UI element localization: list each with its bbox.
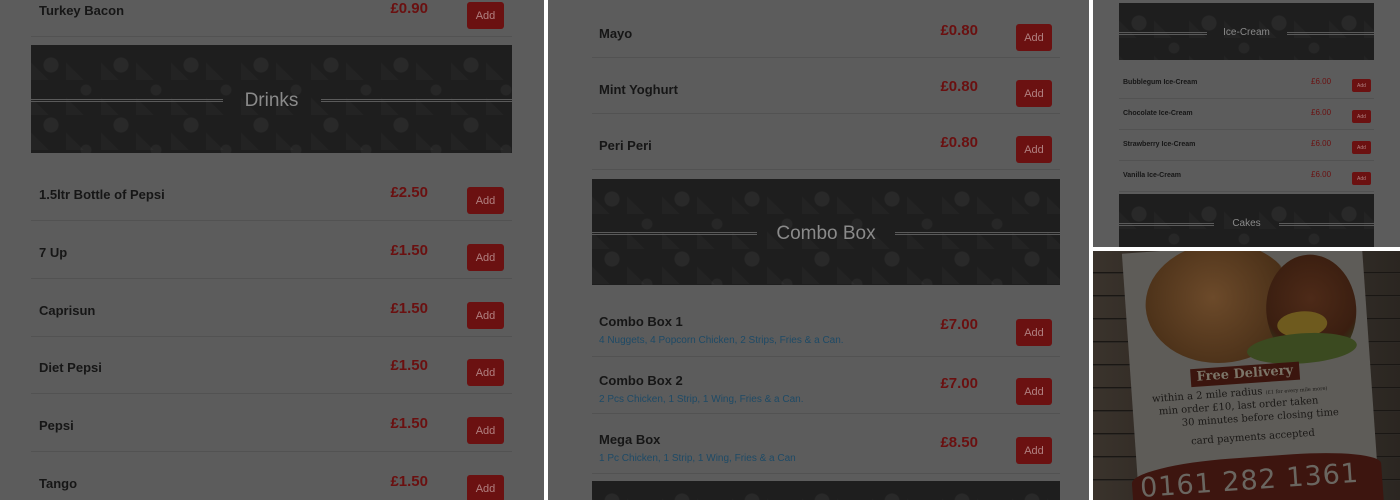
free-delivery-ribbon: Free Delivery xyxy=(1190,361,1300,388)
menu-item: Diet Pepsi £1.50 Add xyxy=(31,337,512,394)
item-price: £1.50 xyxy=(390,473,428,490)
add-button[interactable]: Add xyxy=(1352,110,1371,123)
menu-item: Combo Box 2 2 Pcs Chicken, 1 Strip, 1 Wi… xyxy=(592,357,1060,414)
menu-item: Peri Peri £0.80 Add xyxy=(592,114,1060,170)
menu-panel-drinks: Turkey Bacon £0.90 Add Drinks 1.5ltr Bot… xyxy=(0,0,544,500)
add-button[interactable]: Add xyxy=(1016,80,1052,107)
menu-item: Tango £1.50 Add xyxy=(31,452,512,500)
add-button[interactable]: Add xyxy=(1016,136,1052,163)
item-price: £0.80 xyxy=(940,22,978,39)
item-price: £6.00 xyxy=(1311,108,1332,117)
item-name: Combo Box 2 xyxy=(599,373,683,388)
item-name: Chocolate Ice-Cream xyxy=(1123,110,1193,117)
item-name: Bubblegum Ice-Cream xyxy=(1123,79,1198,86)
item-price: £1.50 xyxy=(390,242,428,259)
item-price: £6.00 xyxy=(1311,170,1332,179)
add-button[interactable]: Add xyxy=(467,187,504,214)
item-name: Mega Box xyxy=(599,432,661,447)
section-banner-combo: Combo Box xyxy=(592,179,1060,285)
section-banner-cakes: Cakes xyxy=(1119,194,1374,247)
item-name: Diet Pepsi xyxy=(39,360,102,375)
item-price: £1.50 xyxy=(390,357,428,374)
menu-item: Chocolate Ice-Cream £6.00 Add xyxy=(1119,99,1374,130)
item-price: £1.50 xyxy=(390,300,428,317)
add-button[interactable]: Add xyxy=(467,359,504,386)
item-name: Mint Yoghurt xyxy=(599,82,678,97)
add-button[interactable]: Add xyxy=(467,475,504,500)
flyer-text-small: (£1 for every mile more) xyxy=(1265,385,1328,396)
menu-item: Mint Yoghurt £0.80 Add xyxy=(592,58,1060,114)
menu-item: Combo Box 1 4 Nuggets, 4 Popcorn Chicken… xyxy=(592,300,1060,357)
item-price: £0.80 xyxy=(940,78,978,95)
item-name: 7 Up xyxy=(39,245,68,260)
add-button[interactable]: Add xyxy=(1352,79,1371,92)
section-title: Drinks xyxy=(244,90,299,111)
add-button[interactable]: Add xyxy=(467,2,504,29)
add-button[interactable]: Add xyxy=(467,417,504,444)
item-price: £0.90 xyxy=(390,0,428,17)
menu-item: Mega Box 1 Pc Chicken, 1 Strip, 1 Wing, … xyxy=(592,414,1060,474)
item-description: 2 Pcs Chicken, 1 Strip, 1 Wing, Fries & … xyxy=(599,394,804,405)
item-name: Peri Peri xyxy=(599,138,652,153)
menu-item: 7 Up £1.50 Add xyxy=(31,221,512,279)
section-title: Combo Box xyxy=(776,223,876,244)
item-name: Vanilla Ice-Cream xyxy=(1123,172,1181,179)
menu-item: Bubblegum Ice-Cream £6.00 Add xyxy=(1119,68,1374,99)
flyer: Free Delivery within a 2 mile radius (£1… xyxy=(1121,251,1385,500)
item-name: Pepsi xyxy=(39,418,74,433)
section-title: Cakes xyxy=(1232,218,1261,229)
item-price: £1.50 xyxy=(390,415,428,432)
add-button[interactable]: Add xyxy=(1352,141,1371,154)
item-price: £8.50 xyxy=(940,434,978,451)
section-banner-drinks: Drinks xyxy=(31,45,512,153)
menu-item: Vanilla Ice-Cream £6.00 Add xyxy=(1119,161,1374,192)
item-name: 1.5ltr Bottle of Pepsi xyxy=(39,187,165,202)
item-name: Strawberry Ice-Cream xyxy=(1123,141,1196,148)
add-button[interactable]: Add xyxy=(467,244,504,271)
section-title: Ice-Cream xyxy=(1223,27,1270,38)
menu-panel-icecream: Ice-Cream Bubblegum Ice-Cream £6.00 Add … xyxy=(1093,0,1400,247)
item-price: £6.00 xyxy=(1311,139,1332,148)
add-button[interactable]: Add xyxy=(467,302,504,329)
add-button[interactable]: Add xyxy=(1016,24,1052,51)
section-banner-icecream: Ice-Cream xyxy=(1119,3,1374,60)
item-price: £0.80 xyxy=(940,134,978,151)
item-name: Mayo xyxy=(599,26,633,41)
add-button[interactable]: Add xyxy=(1016,437,1052,464)
item-description: 1 Pc Chicken, 1 Strip, 1 Wing, Fries & a… xyxy=(599,453,796,464)
menu-item: Turkey Bacon £0.90 Add xyxy=(31,0,512,37)
item-description: 4 Nuggets, 4 Popcorn Chicken, 2 Strips, … xyxy=(599,335,844,346)
item-price: £7.00 xyxy=(940,375,978,392)
section-banner-next xyxy=(592,481,1060,500)
flyer-photo: Free Delivery within a 2 mile radius (£1… xyxy=(1093,251,1400,500)
menu-item: Pepsi £1.50 Add xyxy=(31,394,512,452)
menu-item: Strawberry Ice-Cream £6.00 Add xyxy=(1119,130,1374,161)
add-button[interactable]: Add xyxy=(1352,172,1371,185)
item-price: £2.50 xyxy=(390,184,428,201)
menu-item: Mayo £0.80 Add xyxy=(592,8,1060,58)
item-name: Tango xyxy=(39,476,78,491)
flyer-text-card: card payments accepted xyxy=(1190,427,1316,448)
menu-item: Caprisun £1.50 Add xyxy=(31,279,512,337)
add-button[interactable]: Add xyxy=(1016,378,1052,405)
menu-item: 1.5ltr Bottle of Pepsi £2.50 Add xyxy=(31,166,512,221)
item-name: Combo Box 1 xyxy=(599,314,683,329)
menu-panel-combo: Mayo £0.80 Add Mint Yoghurt £0.80 Add Pe… xyxy=(548,0,1089,500)
add-button[interactable]: Add xyxy=(1016,319,1052,346)
item-price: £6.00 xyxy=(1311,77,1332,86)
item-price: £7.00 xyxy=(940,316,978,333)
item-name: Caprisun xyxy=(39,303,96,318)
item-name: Turkey Bacon xyxy=(39,3,125,18)
